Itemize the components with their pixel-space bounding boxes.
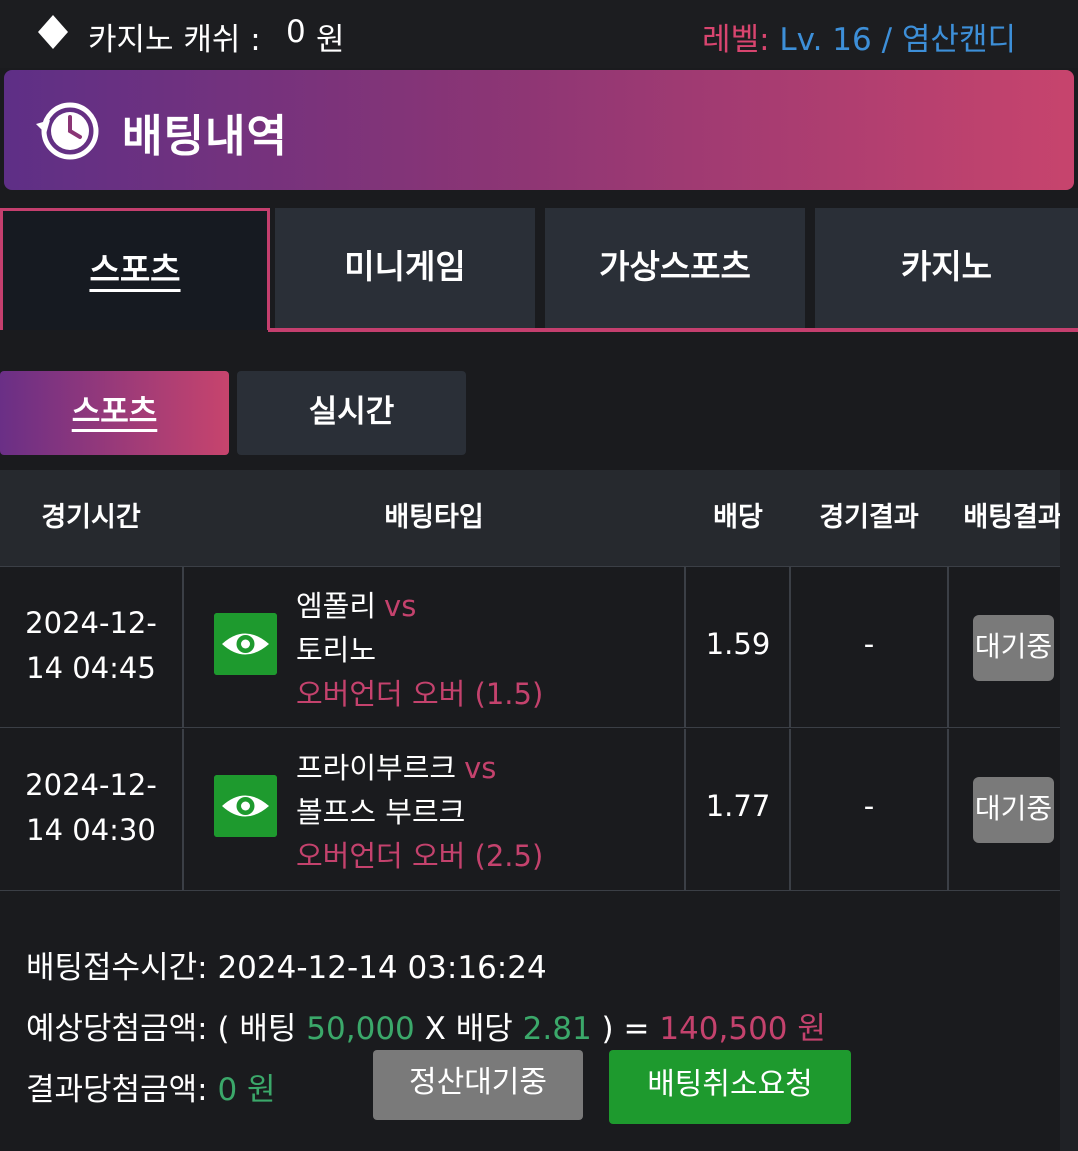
subtab-sports[interactable]: 스포츠 [0,371,229,455]
casino-cash-value: 0 [286,14,306,50]
col-bet-result: 배팅결과 [963,502,1063,533]
tab-sports[interactable]: 스포츠 [0,208,270,330]
vs-label: vs [464,751,497,785]
expected-amount: 140,500 원 [659,1011,826,1047]
casino-cash-unit: 원 [316,22,345,58]
subtab-sports-label: 스포츠 [71,394,158,430]
top-bar: 카지노 캐쉬 : 0 원 레벨: Lv. 16 / 염산캔디 [0,0,1078,68]
game-clock: 14 04:30 [26,813,156,847]
table-header: 경기시간 배팅타입 배당 경기결과 배팅결과 [0,470,1078,566]
col-odds: 배당 [713,502,763,533]
table-row: 2024-12- 14 04:45 엠폴리 vs 토리노 오버언더 오버 (1.5… [0,566,1078,728]
result-payout: 결과당첨금액: 0 원 [26,1064,276,1109]
col-bet-type: 배팅타입 [384,502,484,533]
away-team: 토리노 [296,633,377,667]
game-date: 2024-12- [25,768,157,802]
bet-amount: 50,000 [306,1011,415,1047]
bet-type: 오버언더 오버 (2.5) [296,839,544,873]
odds-value: 1.77 [705,789,771,823]
game-time: 2024-12- 14 04:30 [0,763,182,853]
home-team: 엠폴리 [296,589,377,623]
cell-divider [947,729,949,890]
game-clock: 14 04:45 [26,651,156,685]
game-result: - [863,789,875,823]
col-game-time: 경기시간 [41,502,141,533]
result-amount: 0 원 [217,1072,276,1108]
tab-minigame[interactable]: 미니게임 [275,208,535,330]
match-home: 프라이부르크 vs [296,745,496,787]
odds-value: 1.59 [705,627,771,661]
subtab-live-label: 실시간 [308,394,395,430]
history-clock-icon [36,102,99,160]
total-odds: 2.81 [522,1011,592,1047]
diamond-icon [38,15,68,49]
subtab-live[interactable]: 실시간 [237,371,466,455]
tab-underline [268,328,1078,332]
bet-type: 오버언더 오버 (1.5) [296,677,544,711]
result-label: 결과당첨금액: [26,1072,208,1108]
eye-icon[interactable] [214,613,277,675]
tab-minigame-label: 미니게임 [344,247,466,286]
level-value[interactable]: Lv. 16 / 염산캔디 [779,22,1016,58]
cell-divider [182,567,184,727]
match-home: 엠폴리 vs [296,583,416,625]
expected-label: 예상당첨금액: [26,1011,208,1047]
vs-label: vs [384,589,417,623]
col-game-result: 경기결과 [819,502,919,533]
scrollbar[interactable] [1060,470,1078,1151]
expected-payout: 예상당첨금액: ( 배팅 50,000 X 배당 2.81 ) = 140,50… [26,1003,826,1048]
table-row: 2024-12- 14 04:30 프라이부르크 vs 볼프스 부르크 오버언더 … [0,729,1078,891]
page-title: 배팅내역 [122,111,288,162]
close-equals: ) = [601,1011,650,1047]
received-time: 2024-12-14 03:16:24 [217,950,547,986]
x-odds-label: X 배당 [424,1011,513,1047]
level-label: 레벨: [702,22,770,58]
casino-cash-label: 카지노 캐쉬 : [88,22,261,58]
cell-divider [947,567,949,727]
cell-divider [182,729,184,890]
bet-open: ( 배팅 [217,1011,297,1047]
away-team: 볼프스 부르크 [296,795,466,829]
tab-virtual-sports[interactable]: 가상스포츠 [545,208,805,330]
tab-casino-label: 카지노 [900,247,993,286]
tab-sports-label: 스포츠 [89,250,181,289]
bet-received-time: 배팅접수시간: 2024-12-14 03:16:24 [26,942,547,987]
home-team: 프라이부르크 [296,751,457,785]
tab-casino[interactable]: 카지노 [815,208,1078,330]
bet-status-badge: 대기중 [973,615,1054,681]
page-header: 배팅내역 [4,70,1074,190]
eye-icon[interactable] [214,775,277,837]
game-time: 2024-12- 14 04:45 [0,601,182,691]
game-result: - [863,627,875,661]
game-date: 2024-12- [25,606,157,640]
received-label: 배팅접수시간: [26,950,208,986]
bet-status-badge: 대기중 [973,777,1054,843]
user-level: 레벨: Lv. 16 / 염산캔디 [702,14,1016,59]
settlement-pending-button[interactable]: 정산대기중 [373,1050,583,1120]
tab-virtual-sports-label: 가상스포츠 [599,247,751,286]
cancel-bet-request-button[interactable]: 배팅취소요청 [609,1050,851,1124]
